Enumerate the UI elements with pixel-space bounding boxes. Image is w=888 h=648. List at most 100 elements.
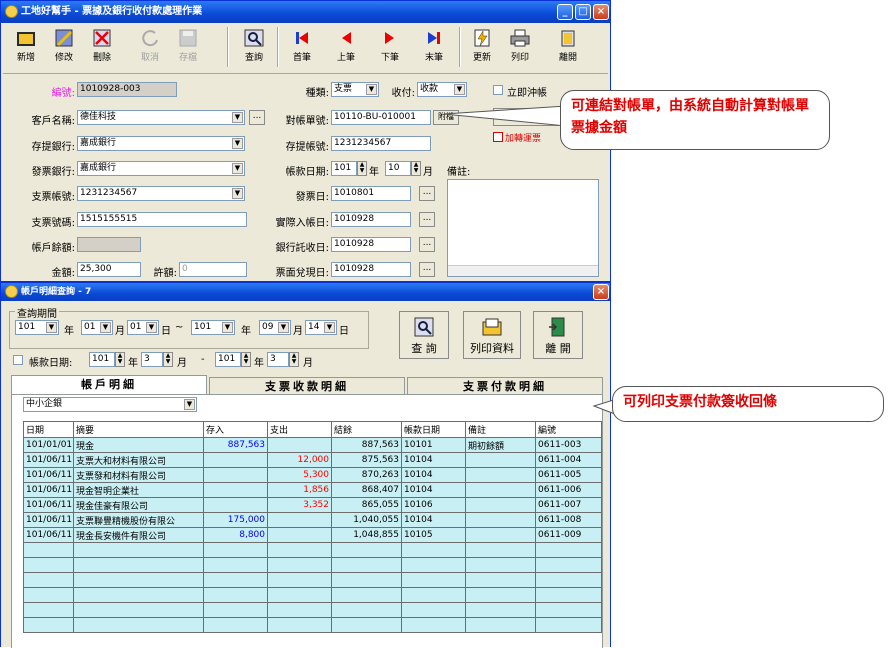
tab-check-payments[interactable]: 支票付款明細 [407, 377, 603, 395]
pay-select[interactable]: 收款 ▼ [417, 82, 467, 97]
add-button[interactable]: 新增 [7, 25, 45, 69]
collect-date-field[interactable]: 1010928 [331, 237, 411, 252]
collect-date-picker-button[interactable]: ... [419, 237, 435, 252]
close-button[interactable]: × [593, 4, 609, 20]
actual-date-field[interactable]: 1010928 [331, 212, 411, 227]
table-row[interactable]: 101/06/11 現金長安機件有限公司 8,800 1,048,855 10105 06… [23, 527, 602, 543]
bank-select[interactable]: 中小企銀 ▼ [23, 397, 197, 412]
table-row[interactable]: 101/06/11 支票聯豐精機股份有限公 175,000 1,040,055 1010… [23, 512, 602, 528]
period-month-field[interactable]: 10 [385, 161, 411, 176]
edit-button[interactable]: 修改 [45, 25, 83, 69]
acct-date-month1-spinner[interactable]: ▲ ▼ [163, 352, 173, 367]
issue-date-picker-button[interactable]: ... [419, 186, 435, 201]
column-header[interactable]: 摘要 [73, 421, 204, 438]
table-row-empty[interactable] [23, 587, 602, 603]
table-row-empty[interactable] [23, 617, 602, 633]
update-button[interactable]: 更新 [463, 25, 501, 69]
last-record-button[interactable]: 末筆 [415, 25, 453, 69]
acct-date-month1-field[interactable]: 3 [141, 352, 163, 367]
update-lightning-icon [474, 29, 490, 47]
table-cell [73, 542, 204, 558]
actual-date-picker-button[interactable]: ... [419, 212, 435, 227]
table-row[interactable]: 101/01/01 現金 887,563 887,563 10101 期初餘額 0611-0… [23, 437, 602, 453]
issue-bank-select[interactable]: 嘉成銀行 ▼ [77, 161, 245, 176]
immediate-checkbox[interactable] [493, 85, 503, 95]
customer-browse-button[interactable]: ... [249, 110, 265, 125]
tab-account-detail[interactable]: 帳戶明細 [11, 375, 207, 395]
face-date-picker-button[interactable]: ... [419, 262, 435, 277]
customer-select[interactable]: 德佳科技 ▼ [77, 110, 245, 125]
table-cell: 101/06/11 [23, 527, 74, 543]
issue-date-field[interactable]: 1010801 [331, 186, 411, 201]
column-header[interactable]: 支出 [267, 421, 332, 438]
table-row[interactable]: 101/06/11 支票大和材料有限公司 12,000 875,563 10104 061… [23, 452, 602, 468]
from-day-select[interactable]: 01 ▼ [127, 320, 159, 335]
discount-field[interactable]: 0 [179, 262, 247, 277]
column-header[interactable]: 結餘 [331, 421, 402, 438]
acct-date-checkbox[interactable] [13, 355, 23, 365]
query-button[interactable]: 查詢 [235, 25, 273, 69]
minimize-button[interactable]: _ [557, 4, 573, 20]
column-header[interactable]: 帳款日期 [401, 421, 466, 438]
maximize-button[interactable]: □ [575, 4, 591, 20]
remark-textarea[interactable] [447, 179, 599, 277]
table-row-empty[interactable] [23, 542, 602, 558]
close-button[interactable]: × [593, 284, 609, 300]
period-year-field[interactable]: 101 [331, 161, 357, 176]
query-button[interactable]: 查 詢 [399, 311, 449, 359]
main-window: 工地好幫手 - 票據及銀行收付款處理作業 _ □ × 新增 修改 刪除 取消 存… [0, 0, 611, 282]
acct-date-year1-field[interactable]: 101 [89, 352, 115, 367]
acct-date-month2-field[interactable]: 3 [267, 352, 289, 367]
table-row[interactable]: 101/06/11 支票發和材料有限公司 5,300 870,263 10104 0611… [23, 467, 602, 483]
first-record-button[interactable]: 首筆 [283, 25, 321, 69]
table-row[interactable]: 101/06/11 現金佳豪有限公司 3,352 865,055 10106 0611-0… [23, 497, 602, 513]
table-cell [203, 587, 268, 603]
table-cell [23, 542, 74, 558]
face-date-field[interactable]: 1010928 [331, 262, 411, 277]
table-cell [535, 587, 602, 603]
from-month-select[interactable]: 01 ▼ [81, 320, 113, 335]
column-header[interactable]: 備註 [465, 421, 536, 438]
table-row-empty[interactable] [23, 572, 602, 588]
column-header[interactable]: 日期 [23, 421, 74, 438]
period-month-spinner[interactable]: ▲ ▼ [411, 161, 421, 176]
column-header[interactable]: 編號 [535, 421, 602, 438]
tab-check-receipts[interactable]: 支票收款明細 [209, 377, 405, 395]
to-day-select[interactable]: 14 ▼ [305, 320, 337, 335]
to-month-select[interactable]: 09 ▼ [259, 320, 291, 335]
to-year-select[interactable]: 101 ▼ [191, 320, 235, 335]
next-record-button[interactable]: 下筆 [371, 25, 409, 69]
deposit-bank-select[interactable]: 嘉成銀行 ▼ [77, 136, 245, 151]
cancel-button[interactable]: 取消 [131, 25, 169, 69]
print-button[interactable]: 列印 [501, 25, 539, 69]
period-year-spinner[interactable]: ▲ ▼ [357, 161, 367, 176]
statement-field[interactable]: 10110-BU-010001 [331, 110, 431, 125]
table-row-empty[interactable] [23, 557, 602, 573]
exit-button[interactable]: 離開 [549, 25, 587, 69]
to-day-unit: 日 [339, 326, 349, 337]
from-year-select[interactable]: 101 ▼ [15, 320, 59, 335]
acct-date-month2-spinner[interactable]: ▲ ▼ [289, 352, 299, 367]
acct-date-year1-spinner[interactable]: ▲ ▼ [115, 352, 125, 367]
remark-scrollbar[interactable] [448, 265, 598, 276]
table-cell: 0611-009 [535, 527, 602, 543]
acct-date-year2-field[interactable]: 101 [215, 352, 241, 367]
amount-field[interactable]: 25,300 [77, 262, 141, 277]
check-acct-select[interactable]: 1231234567 ▼ [77, 186, 245, 201]
table-row-empty[interactable] [23, 602, 602, 618]
type-select[interactable]: 支票 ▼ [331, 82, 379, 97]
delete-button[interactable]: 刪除 [83, 25, 121, 69]
deposit-acct-field[interactable]: 1231234567 [331, 136, 431, 151]
exit-button[interactable]: 離 開 [533, 311, 583, 359]
acct-date-year2-spinner[interactable]: ▲ ▼ [241, 352, 251, 367]
table-cell: 101/01/01 [23, 437, 74, 453]
print-data-button[interactable]: 列印資料 [463, 311, 521, 359]
column-header[interactable]: 存入 [203, 421, 268, 438]
acct-date-dash: - [201, 354, 205, 365]
account-detail-titlebar: 帳戶明細查詢 - 7 [1, 283, 610, 301]
prev-record-button[interactable]: 上筆 [327, 25, 365, 69]
save-button[interactable]: 存檔 [169, 25, 207, 69]
check-no-field[interactable]: 1515155515 [77, 212, 247, 227]
table-cell: 175,000 [203, 512, 268, 528]
table-row[interactable]: 101/06/11 現金智明企業社 1,856 868,407 10104 0611-00… [23, 482, 602, 498]
